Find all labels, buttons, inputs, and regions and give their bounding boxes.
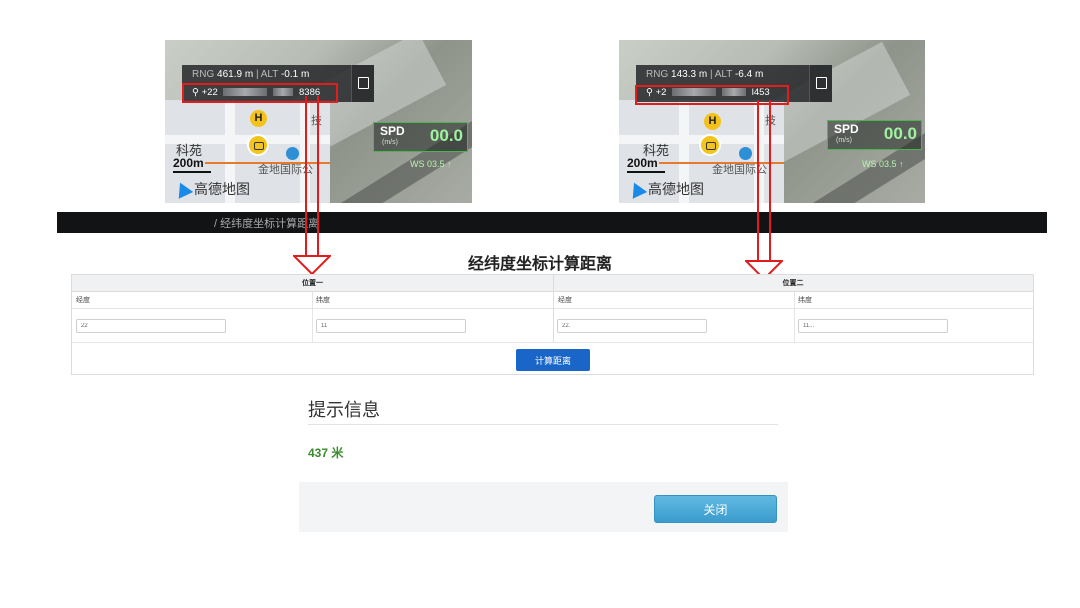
rng-value: 143.3 m [671, 69, 708, 80]
position1-lat-input[interactable] [316, 319, 466, 333]
map-brand-label: 高德地图 [648, 181, 704, 197]
rng-value: 461.9 m [217, 69, 254, 80]
distance-calculator: 位置一 位置二 经度 纬度 经度 纬度 计算距离 [71, 274, 1034, 375]
poi-icon [286, 147, 299, 160]
alt-label: ALT [260, 69, 279, 80]
map-scale: 200m [173, 156, 211, 173]
position2-header: 位置二 [553, 275, 1033, 292]
position1-lng-input[interactable] [76, 319, 226, 333]
map-scale-label: 200m [173, 156, 204, 170]
spd-label: SPD [380, 124, 405, 138]
annotation-arrow-right-shaft [757, 100, 771, 263]
spd-value: 00.0 [883, 124, 917, 143]
map-brand: 高德地图 [172, 179, 250, 199]
alt-label: ALT [714, 69, 733, 80]
rng-label: RNG [646, 69, 669, 80]
drone-icon [699, 134, 721, 156]
position2-lng-input[interactable] [557, 319, 707, 333]
map-scale-label: 200m [627, 156, 658, 170]
map-scale: 200m [627, 156, 665, 173]
calculate-distance-button[interactable]: 计算距离 [516, 349, 590, 371]
map-brand: 高德地图 [626, 179, 704, 199]
dialog-divider [308, 424, 778, 425]
distance-result: 437 米 [308, 446, 344, 460]
gaode-logo-icon [172, 179, 194, 199]
wind-speed: WS 03.5 ↑ [862, 159, 904, 169]
nav-strip: / 经纬度坐标计算距离 [57, 212, 1047, 233]
spd-unit: (m/s) [382, 139, 398, 146]
drone-icon [247, 134, 269, 156]
close-button[interactable]: 关闭 [654, 495, 777, 523]
page-title: 经纬度坐标计算距离 [467, 256, 612, 273]
alt-value: -6.4 m [734, 69, 764, 80]
export-icon[interactable] [351, 65, 374, 102]
position2-lng-label: 经度 [554, 292, 794, 309]
alt-value: -0.1 m [280, 69, 310, 80]
dialog-title: 提示信息 [308, 400, 380, 420]
speed-panel: SPD (m/s) 00.0 [373, 122, 468, 152]
home-point-icon: H [250, 110, 267, 127]
position1-lng-label: 经度 [72, 292, 312, 309]
position1-header: 位置一 [72, 275, 553, 292]
annotation-arrow-left-shaft [305, 96, 319, 258]
spd-unit: (m/s) [836, 137, 852, 144]
breadcrumb: / 经纬度坐标计算距离 [214, 218, 320, 230]
map-brand-label: 高德地图 [194, 181, 250, 197]
wind-speed: WS 03.5 ↑ [410, 159, 452, 169]
position1-lat-label: 纬度 [312, 292, 553, 309]
spd-value: 00.0 [429, 126, 463, 145]
position2-lat-input[interactable] [798, 319, 948, 333]
spd-label: SPD [834, 122, 859, 136]
home-point-icon: H [704, 113, 721, 130]
position2-lat-label: 纬度 [794, 292, 1033, 309]
rng-label: RNG [192, 69, 215, 80]
speed-panel: SPD (m/s) 00.0 [827, 120, 922, 150]
drone-screenshot-2: RNG 143.3 m | ALT -6.4 m ⚲ +2 l453 SPD (… [619, 40, 925, 203]
gaode-logo-icon [626, 179, 648, 199]
export-icon[interactable] [809, 65, 832, 102]
poi-icon [739, 147, 752, 160]
